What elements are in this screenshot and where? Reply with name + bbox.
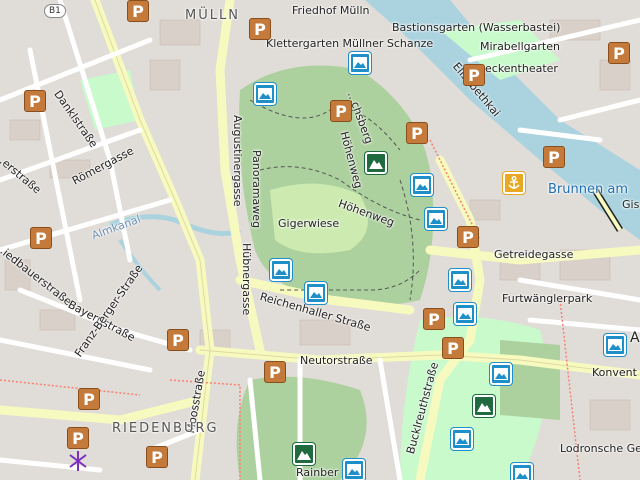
label-konvent: Konvent [592,366,637,379]
parking-icon[interactable]: P [406,122,428,144]
label-klettergarten: Klettergarten Müllner Schanze [266,37,434,50]
map-viewport[interactable]: Friedhof Mülln Bastionsgarten (Wasserbas… [0,0,640,480]
label-neutorstrasse: Neutorstraße [300,354,373,367]
label-lodronsche: Lodronsche Ges [560,442,640,455]
label-panoramaweg: Panoramaweg [250,150,263,229]
parking-icon[interactable]: P [442,337,464,359]
label-friedhof: Friedhof Mülln [292,4,370,17]
road-shield-b1: B1 [44,4,66,18]
parking-icon[interactable]: P [24,90,46,112]
parking-icon[interactable]: P [30,227,52,249]
parking-icon[interactable]: P [146,446,168,468]
parking-icon[interactable]: P [457,226,479,248]
label-brunnen: Brunnen am [548,182,628,197]
parking-icon[interactable]: P [608,42,630,64]
parking-icon[interactable]: P [264,361,286,383]
label-bastionsgarten: Bastionsgarten (Wasserbastei) [392,21,561,34]
label-district-muelln: MÜLLN [185,8,240,23]
label-getreidegasse: Getreidegasse [494,248,574,261]
label-district-riedenburg: RIEDENBURG [112,421,219,436]
parking-icon[interactable]: P [423,308,445,330]
viewpoint-icon[interactable] [342,458,366,480]
parking-icon[interactable]: P [167,329,189,351]
label-theater: eckentheater [485,62,558,75]
label-edge-a: A [630,330,640,346]
label-gigerwiese: Gigerwiese [278,217,340,230]
label-augustinergasse: Augustinergasse [231,115,244,207]
label-mirabellgarten: Mirabellgarten [480,40,560,53]
peak-icon[interactable] [472,394,496,418]
parking-icon[interactable]: P [330,100,352,122]
parking-icon[interactable]: P [463,64,485,86]
label-huebnergasse: Hübnergasse [240,243,253,316]
parking-icon[interactable]: P [78,388,100,410]
viewpoint-icon[interactable] [269,258,293,282]
viewpoint-icon[interactable] [489,362,513,386]
viewpoint-icon[interactable] [410,173,434,197]
peak-icon[interactable] [364,151,388,175]
label-gis: Gis [622,198,640,211]
viewpoint-icon[interactable] [603,333,627,357]
anchor-icon[interactable] [502,171,526,195]
parking-icon[interactable]: P [249,18,271,40]
viewpoint-icon[interactable] [304,281,328,305]
parking-icon[interactable]: P [127,0,149,22]
parking-icon[interactable]: P [67,427,89,449]
parking-icon[interactable]: P [543,146,565,168]
peak-icon[interactable] [292,442,316,466]
label-rainberg: Rainber [296,466,339,479]
viewpoint-icon[interactable] [450,427,474,451]
viewpoint-icon[interactable] [348,51,372,75]
viewpoint-icon[interactable] [424,207,448,231]
viewpoint-icon[interactable] [510,462,534,480]
viewpoint-icon[interactable] [448,268,472,292]
viewpoint-icon[interactable] [253,82,277,106]
label-furtwaenglerpark: Furtwänglerpark [502,292,593,305]
viewpoint-icon[interactable] [453,302,477,326]
